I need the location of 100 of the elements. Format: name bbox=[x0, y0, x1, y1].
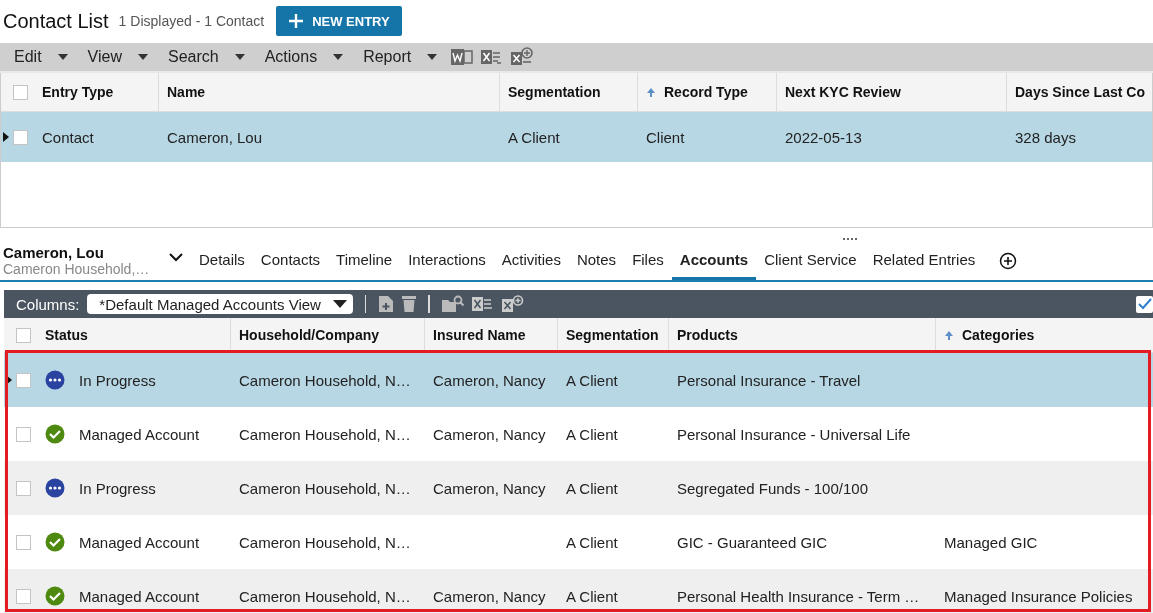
table-cell: In Progress bbox=[79, 371, 156, 389]
select-all-checkbox[interactable] bbox=[13, 84, 28, 100]
table-cell: Cameron Household, N… bbox=[239, 371, 411, 389]
table-cell: Personal Insurance - Universal Life bbox=[677, 425, 911, 443]
column-header[interactable]: Household/Company bbox=[239, 327, 379, 343]
add-tab-icon[interactable] bbox=[999, 252, 1018, 270]
column-header[interactable]: Categories bbox=[962, 327, 1035, 343]
word-export-icon[interactable] bbox=[451, 47, 474, 67]
caret-icon bbox=[427, 54, 438, 60]
row-checkbox[interactable] bbox=[16, 372, 31, 388]
row-checkbox[interactable] bbox=[16, 426, 31, 442]
tab[interactable]: Interactions bbox=[400, 251, 494, 280]
table-cell: In Progress bbox=[79, 479, 156, 497]
column-header[interactable]: Name bbox=[167, 84, 206, 100]
table-cell: A Client bbox=[566, 425, 618, 443]
new-entry-button[interactable]: NEW ENTRY bbox=[276, 6, 402, 36]
select-all-checkbox[interactable] bbox=[16, 327, 31, 343]
menu-dropdown[interactable]: Search bbox=[157, 48, 255, 66]
column-header[interactable]: Entry Type bbox=[42, 84, 114, 100]
table-cell: Managed GIC bbox=[944, 533, 1038, 551]
excel-export-icon[interactable] bbox=[481, 47, 504, 67]
in-progress-icon bbox=[45, 370, 65, 390]
check-circle-icon bbox=[45, 586, 65, 606]
account-row[interactable]: In Progress Cameron Household, N… Cameron, Nancy A Client Personal Insurance - Travel bbox=[4, 353, 1153, 407]
sort-arrow-icon[interactable] bbox=[646, 87, 656, 97]
caret-icon bbox=[57, 54, 68, 60]
resize-grip[interactable] bbox=[843, 238, 857, 242]
table-cell: GIC - Guaranteed GIC bbox=[677, 533, 828, 551]
table-cell: Managed Insurance Policies bbox=[944, 587, 1133, 605]
caret-icon bbox=[332, 300, 347, 308]
table-cell: Cameron, Nancy bbox=[433, 587, 546, 605]
column-header[interactable]: Products bbox=[677, 327, 738, 343]
tab[interactable]: Accounts bbox=[671, 251, 757, 280]
tab[interactable]: Notes bbox=[568, 251, 625, 280]
account-row[interactable]: In Progress Cameron Household, N… Cameron, Nancy A Client Segregated Funds - 100/100 bbox=[4, 461, 1153, 515]
chevron-down-icon[interactable] bbox=[169, 253, 183, 262]
tab[interactable]: Contacts bbox=[252, 251, 329, 280]
row-pointer-icon bbox=[6, 375, 12, 385]
column-header[interactable]: Status bbox=[45, 327, 88, 343]
table-cell: Managed Account bbox=[79, 587, 200, 605]
table-cell: Segregated Funds - 100/100 bbox=[677, 479, 868, 497]
row-checkbox[interactable] bbox=[16, 534, 31, 550]
sort-arrow-icon[interactable] bbox=[944, 330, 954, 340]
in-progress-icon bbox=[45, 478, 65, 498]
page-title: Contact List bbox=[3, 9, 109, 33]
table-cell: Contact bbox=[42, 128, 94, 146]
table-cell: A Client bbox=[508, 128, 560, 146]
excel-export-icon[interactable] bbox=[471, 295, 494, 313]
row-pointer-icon bbox=[3, 132, 9, 142]
menu-dropdown[interactable]: Actions bbox=[254, 48, 354, 66]
account-row[interactable]: Managed Account Cameron Household, N… Cameron, Nancy A Client Personal Health Insurance - Term … Managed Insurance Policies bbox=[4, 569, 1153, 613]
row-checkbox[interactable] bbox=[13, 129, 28, 145]
table-cell: A Client bbox=[566, 371, 618, 389]
caret-icon bbox=[234, 54, 245, 60]
column-header[interactable]: Insured Name bbox=[433, 327, 526, 343]
caret-icon bbox=[333, 54, 344, 60]
trash-icon[interactable] bbox=[402, 295, 417, 313]
tab[interactable]: Timeline bbox=[328, 251, 401, 280]
table-cell: Cameron Household, N… bbox=[239, 479, 411, 497]
entry-household: Cameron Household,… bbox=[3, 261, 151, 279]
tab[interactable]: Details bbox=[191, 251, 253, 280]
view-dropdown[interactable]: *Default Managed Accounts View bbox=[87, 294, 353, 314]
tab[interactable]: Activities bbox=[493, 251, 569, 280]
folder-search-icon[interactable] bbox=[441, 295, 464, 313]
show-all-checkbox[interactable] bbox=[1136, 295, 1153, 313]
table-cell: 2022-05-13 bbox=[785, 128, 862, 146]
table-cell: Personal Health Insurance - Term … bbox=[677, 587, 920, 605]
table-cell: Cameron Household, N… bbox=[239, 533, 411, 551]
plus-icon bbox=[288, 13, 305, 29]
excel-add-icon[interactable] bbox=[511, 47, 534, 67]
contact-row[interactable]: Contact Cameron, Lou A Client Client 2022-05-13 328 days bbox=[1, 112, 1152, 162]
column-header[interactable]: Next KYC Review bbox=[785, 84, 901, 100]
table-cell: A Client bbox=[566, 587, 618, 605]
check-circle-icon bbox=[45, 424, 65, 444]
menu-dropdown[interactable]: View bbox=[77, 48, 158, 66]
table-cell: A Client bbox=[566, 533, 618, 551]
table-cell: Cameron, Nancy bbox=[433, 425, 546, 443]
table-cell: Cameron Household, N… bbox=[239, 587, 411, 605]
tab[interactable]: Related Entries bbox=[864, 251, 984, 280]
column-header[interactable]: Days Since Last Co bbox=[1015, 84, 1145, 100]
column-header[interactable]: Segmentation bbox=[508, 84, 601, 100]
table-cell: Cameron, Nancy bbox=[433, 371, 546, 389]
tab[interactable]: Files bbox=[624, 251, 672, 280]
column-header[interactable]: Record Type bbox=[664, 84, 748, 100]
excel-add-icon[interactable] bbox=[501, 295, 524, 313]
record-count: 1 Displayed - 1 Contact bbox=[118, 13, 265, 29]
row-checkbox[interactable] bbox=[16, 480, 31, 496]
table-cell: Managed Account bbox=[79, 425, 200, 443]
table-cell: Cameron, Nancy bbox=[433, 479, 546, 497]
menu-dropdown[interactable]: Report bbox=[353, 48, 448, 66]
table-cell: 328 days bbox=[1015, 128, 1076, 146]
menu-dropdown[interactable]: Edit bbox=[4, 48, 78, 66]
row-checkbox[interactable] bbox=[16, 588, 31, 604]
table-cell: Managed Account bbox=[79, 533, 200, 551]
caret-icon bbox=[137, 54, 148, 60]
column-header[interactable]: Segmentation bbox=[566, 327, 659, 343]
new-document-icon[interactable] bbox=[378, 295, 395, 313]
tab[interactable]: Client Service bbox=[756, 251, 865, 280]
table-cell: A Client bbox=[566, 479, 618, 497]
table-cell: Cameron, Lou bbox=[167, 128, 263, 146]
